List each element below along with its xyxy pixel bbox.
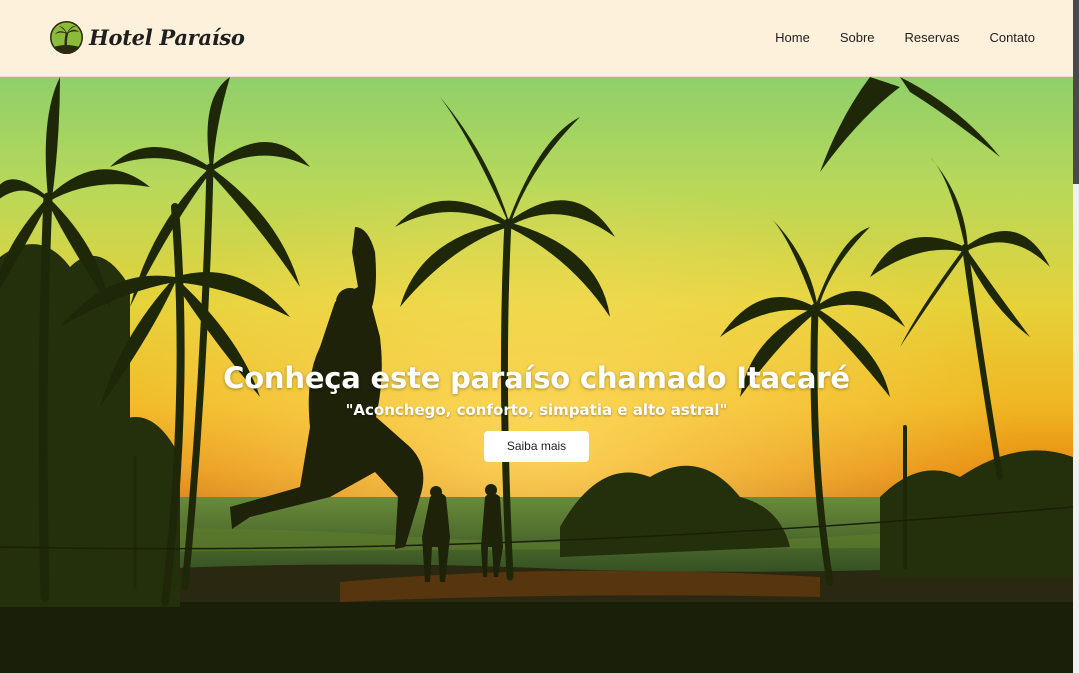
nav-item-sobre[interactable]: Sobre: [840, 30, 875, 45]
nav-item-home[interactable]: Home: [775, 30, 810, 45]
saiba-mais-button[interactable]: Saiba mais: [484, 431, 589, 462]
brand-name: Hotel Paraíso: [89, 25, 245, 50]
page-scrollbar[interactable]: [1073, 0, 1079, 673]
hero-content: Conheça este paraíso chamado Itacaré "Ac…: [0, 361, 1073, 462]
hero-section: Conheça este paraíso chamado Itacaré "Ac…: [0, 77, 1073, 673]
scrollbar-thumb[interactable]: [1073, 0, 1079, 184]
hero-title: Conheça este paraíso chamado Itacaré: [223, 361, 850, 395]
palm-tree-icon: [50, 21, 83, 54]
nav-item-contato[interactable]: Contato: [989, 30, 1035, 45]
brand-logo[interactable]: Hotel Paraíso: [50, 21, 245, 54]
hero-subtitle: "Aconchego, conforto, simpatia e alto as…: [345, 401, 728, 419]
site-header: Hotel Paraíso Home Sobre Reservas Contat…: [0, 0, 1073, 77]
main-nav: Home Sobre Reservas Contato: [745, 30, 1035, 45]
nav-item-reservas[interactable]: Reservas: [905, 30, 960, 45]
